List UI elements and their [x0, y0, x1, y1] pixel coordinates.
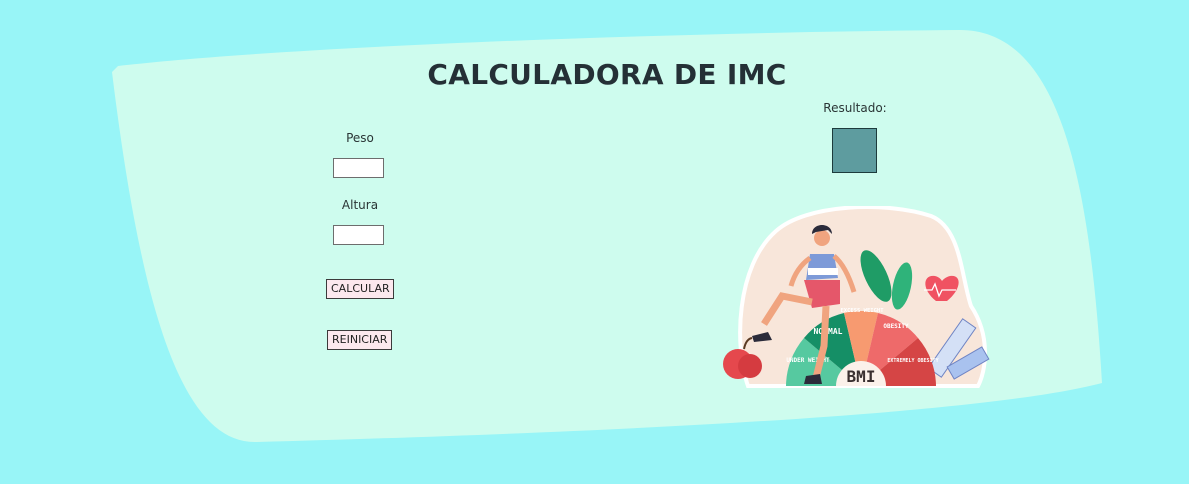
person-icon: [814, 230, 830, 246]
height-label: Altura: [341, 198, 379, 212]
bmi-illustration: UNDER WEIGHT NORMAL EXCESS WEIGHT OBESIT…: [723, 206, 990, 388]
gauge-label-extremely-obesity: EXTREMELY OBESITY: [887, 358, 938, 364]
height-input[interactable]: [333, 225, 384, 245]
calculate-button[interactable]: CALCULAR: [326, 279, 394, 299]
result-label: Resultado:: [823, 101, 887, 115]
gauge-label-obesity: OBESITY: [883, 323, 909, 330]
gauge-label-excess: EXCESS WEIGHT: [840, 308, 884, 314]
reset-button[interactable]: REINICIAR: [327, 330, 392, 350]
weight-label: Peso: [346, 131, 374, 145]
page-title: CALCULADORA DE IMC: [427, 58, 787, 91]
result-box: [832, 128, 877, 173]
weight-input[interactable]: [333, 158, 384, 178]
gauge-center-label: BMI: [847, 367, 876, 386]
